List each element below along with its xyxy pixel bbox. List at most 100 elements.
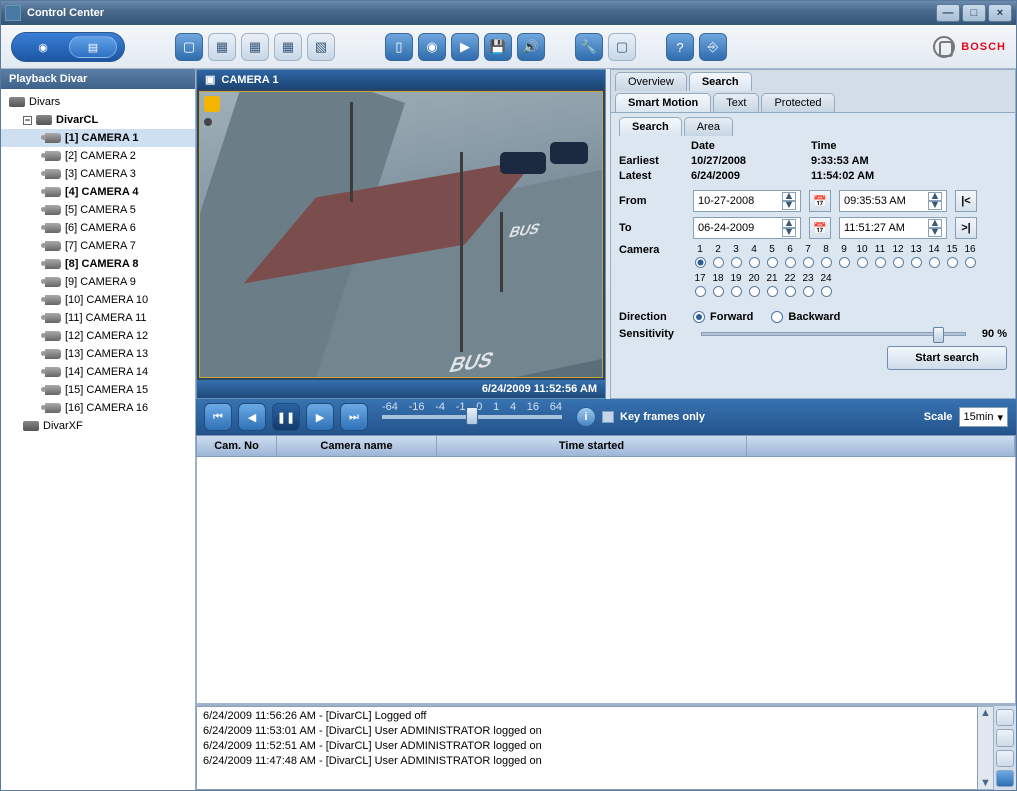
slider-thumb-icon[interactable] [933,327,944,343]
tree-camera-item[interactable]: [2] CAMERA 2 [1,147,195,165]
tree-device-divarxf[interactable]: DivarXF [1,417,195,435]
log-filter-system-button[interactable] [996,770,1014,787]
direction-backward-option[interactable]: Backward [771,311,840,323]
camera-radio[interactable] [785,286,796,297]
tree-camera-item[interactable]: [9] CAMERA 9 [1,273,195,291]
camera-radio[interactable] [893,257,904,268]
subtab-area[interactable]: Area [684,117,733,136]
minimize-button[interactable]: — [936,4,960,22]
camera-radio[interactable] [821,286,832,297]
expand-icon[interactable]: ▣ [205,73,215,86]
close-button[interactable]: × [988,4,1012,22]
tree-camera-item[interactable]: [11] CAMERA 11 [1,309,195,327]
tab-search[interactable]: Search [689,72,752,91]
tree-camera-item[interactable]: [10] CAMERA 10 [1,291,195,309]
to-time-input[interactable]: 11:51:27 AM ▲▼ [839,217,947,239]
results-table-body[interactable] [196,457,1016,704]
log-text[interactable]: 6/24/2009 11:56:26 AM - [DivarCL] Logged… [196,706,978,790]
layout-3x3-button[interactable]: ▦ [241,33,269,61]
device-tree[interactable]: Divars − DivarCL [1] CAMERA 1[2] CAMERA … [1,89,195,790]
col-cam-no[interactable]: Cam. No [197,436,277,456]
start-search-button[interactable]: Start search [887,346,1007,370]
from-date-input[interactable]: 10-27-2008 ▲▼ [693,190,801,212]
pause-button[interactable]: ❚❚ [272,403,300,431]
play-button[interactable]: ▶ [306,403,334,431]
to-calendar-button[interactable]: 📅 [809,217,831,239]
layout-multi-button[interactable]: ▧ [307,33,335,61]
camera-radio[interactable] [713,286,724,297]
camera-radio[interactable] [947,257,958,268]
camera-radio[interactable] [785,257,796,268]
tree-camera-item[interactable]: [14] CAMERA 14 [1,363,195,381]
camera-radio[interactable] [749,257,760,268]
tree-camera-item[interactable]: [7] CAMERA 7 [1,237,195,255]
camera-radio[interactable] [767,257,778,268]
rewind-button[interactable]: ◀ [238,403,266,431]
settings-button[interactable]: 🔧 [575,33,603,61]
camera-radio[interactable] [803,257,814,268]
info-button[interactable]: i [576,407,596,427]
to-date-input[interactable]: 06-24-2009 ▲▼ [693,217,801,239]
tab-overview[interactable]: Overview [615,72,687,91]
tree-camera-item[interactable]: [6] CAMERA 6 [1,219,195,237]
from-time-input[interactable]: 09:35:53 AM ▲▼ [839,190,947,212]
speed-slider[interactable]: -64-16-4-10141664 [382,415,562,419]
from-go-button[interactable]: |< [955,190,977,212]
camera-radio[interactable] [749,286,760,297]
camera-radio[interactable] [911,257,922,268]
camera-radio[interactable] [767,286,778,297]
camera-radio[interactable] [695,286,706,297]
live-mode-icon[interactable]: ◉ [19,36,67,58]
tree-camera-item[interactable]: [12] CAMERA 12 [1,327,195,345]
camera-radio[interactable] [821,257,832,268]
tree-device-divarcl[interactable]: − DivarCL [1,111,195,129]
layout-4x4-button[interactable]: ▦ [274,33,302,61]
camera-radio[interactable] [731,257,742,268]
direction-forward-option[interactable]: Forward [693,311,753,323]
tree-camera-item[interactable]: [16] CAMERA 16 [1,399,195,417]
camera-radio[interactable] [713,257,724,268]
log-filter-motion-button[interactable] [996,729,1014,746]
help-button[interactable]: ? [666,33,694,61]
sensitivity-slider[interactable] [701,332,966,336]
tree-camera-item[interactable]: [15] CAMERA 15 [1,381,195,399]
tree-camera-item[interactable]: [13] CAMERA 13 [1,345,195,363]
camera-radio[interactable] [857,257,868,268]
from-calendar-button[interactable]: 📅 [809,190,831,212]
playback-mode-icon[interactable]: ▤ [69,36,117,58]
tree-camera-item[interactable]: [5] CAMERA 5 [1,201,195,219]
camera-radio[interactable] [803,286,814,297]
camera-radio[interactable] [929,257,940,268]
maximize-button[interactable]: □ [962,4,986,22]
camera-radio[interactable] [839,257,850,268]
camera-radio[interactable] [731,286,742,297]
logout-button[interactable]: ⎆ [699,33,727,61]
tree-camera-item[interactable]: [4] CAMERA 4 [1,183,195,201]
tab-text[interactable]: Text [713,93,759,112]
log-filter-alarm-button[interactable] [996,709,1014,726]
log-scrollbar[interactable]: ▲▼ [978,706,994,790]
audio-button[interactable]: 🔊 [517,33,545,61]
play-export-button[interactable]: ▶ [451,33,479,61]
camera-radio[interactable] [695,257,706,268]
snapshot-button[interactable]: ◉ [418,33,446,61]
tab-protected[interactable]: Protected [761,93,834,112]
step-back-button[interactable]: ⏮ [204,403,232,431]
step-forward-button[interactable]: ⏭ [340,403,368,431]
tree-camera-item[interactable]: [8] CAMERA 8 [1,255,195,273]
camera-radio[interactable] [875,257,886,268]
col-empty[interactable] [747,436,1015,456]
tree-root[interactable]: Divars [1,93,195,111]
save-button[interactable]: 💾 [484,33,512,61]
monitor-button[interactable]: ▢ [608,33,636,61]
camera-radio[interactable] [965,257,976,268]
col-camera-name[interactable]: Camera name [277,436,437,456]
keyframes-checkbox[interactable] [602,411,614,423]
tree-camera-item[interactable]: [1] CAMERA 1 [1,129,195,147]
layout-single-button[interactable]: ▢ [175,33,203,61]
spin-down-icon[interactable]: ▼ [782,201,796,210]
log-filter-error-button[interactable] [996,750,1014,767]
video-frame[interactable]: BUS BUS [199,91,603,378]
slider-thumb-icon[interactable] [466,407,478,425]
subtab-search[interactable]: Search [619,117,682,136]
